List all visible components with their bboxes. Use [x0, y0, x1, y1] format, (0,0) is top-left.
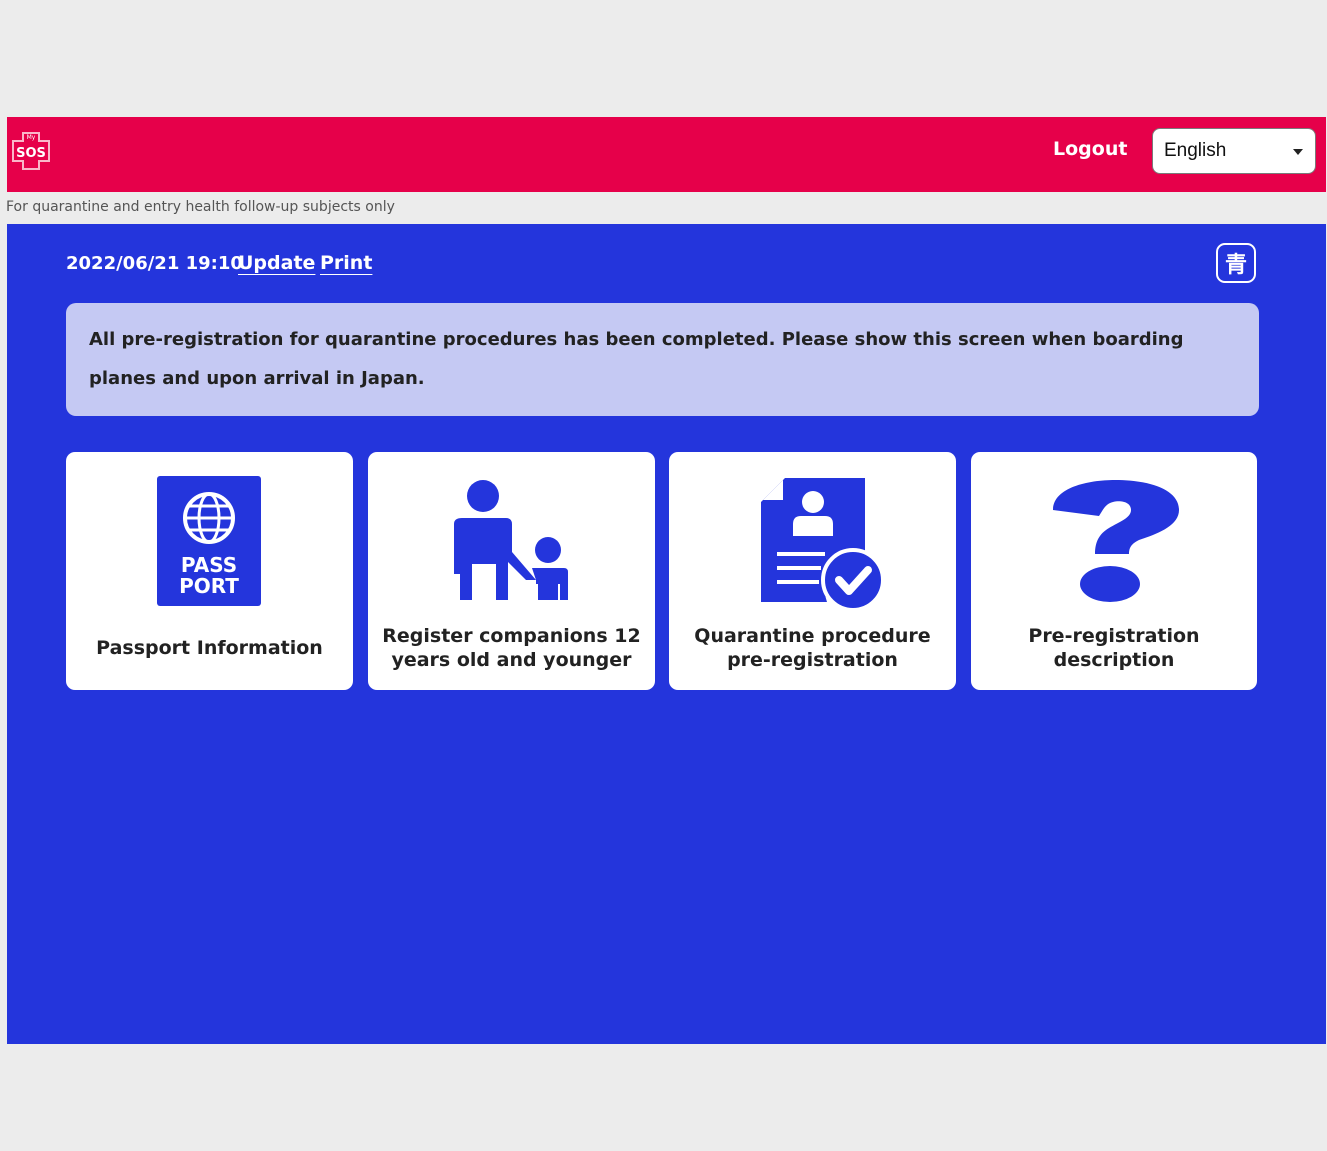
color-toggle-button[interactable]: 青 — [1216, 243, 1256, 283]
quarantine-preregistration-card[interactable]: Quarantine procedure pre-registration — [669, 452, 956, 690]
card-label: Passport Information — [96, 637, 323, 659]
chevron-down-icon — [1293, 149, 1303, 155]
svg-text:SOS: SOS — [16, 146, 46, 161]
language-select[interactable]: English — [1152, 128, 1316, 174]
update-link[interactable]: Update — [238, 252, 315, 274]
last-updated-datetime: 2022/06/21 19:10 — [66, 253, 243, 274]
question-mark-icon — [1053, 480, 1179, 602]
completion-notice-text: All pre-registration for quarantine proc… — [89, 329, 1184, 389]
passport-icon-text-2: PORT — [179, 574, 239, 598]
language-select-value: English — [1164, 140, 1227, 161]
print-link[interactable]: Print — [320, 252, 372, 274]
subjects-notice-bar: For quarantine and entry health follow-u… — [0, 192, 1326, 224]
logout-link[interactable]: Logout — [1053, 138, 1127, 160]
header-bar: SOS My Logout English — [7, 117, 1326, 192]
card-label: Pre-registration description — [1028, 625, 1200, 671]
register-companions-card[interactable]: Register companions 12 years old and you… — [368, 452, 655, 690]
passport-icon: PASS PORT — [157, 476, 261, 606]
subjects-notice-text: For quarantine and entry health follow-u… — [6, 199, 395, 215]
card-label: Quarantine procedure pre-registration — [694, 625, 931, 671]
app-main: SOS My Logout English For quarantine and… — [0, 117, 1326, 1044]
svg-text:My: My — [27, 134, 36, 141]
document-check-icon — [761, 478, 885, 612]
mysos-logo-icon[interactable]: SOS My — [9, 127, 53, 175]
preregistration-description-card[interactable]: Pre-registration description — [971, 452, 1257, 690]
adult-child-icon — [454, 480, 568, 600]
passport-information-card[interactable]: PASS PORT Passport Information — [66, 452, 353, 690]
completion-notice: All pre-registration for quarantine proc… — [66, 303, 1259, 416]
card-label: Register companions 12 years old and you… — [382, 625, 641, 671]
